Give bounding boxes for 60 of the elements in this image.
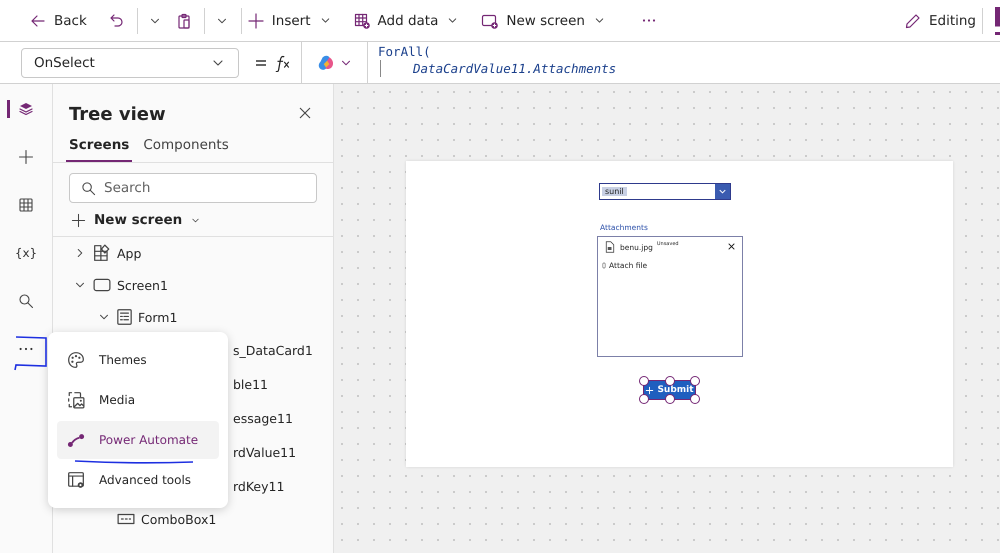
ellipsis-icon — [19, 347, 33, 351]
close-icon — [727, 242, 736, 251]
property-dropdown[interactable]: OnSelect — [21, 48, 239, 78]
panel-title: Tree view — [69, 104, 166, 125]
tree-item[interactable]: App — [117, 246, 142, 260]
menu-item[interactable]: Media — [57, 381, 219, 419]
screen-icon — [93, 276, 111, 294]
remove-button[interactable] — [727, 242, 736, 251]
tab[interactable]: Components — [140, 135, 232, 162]
code-line: DataCardValue11.Attachments — [380, 60, 616, 77]
dropdown-button[interactable] — [715, 184, 730, 199]
pencil-icon — [904, 12, 921, 28]
add-data-button[interactable]: Add data — [354, 6, 470, 36]
search-field[interactable]: Search — [69, 173, 317, 203]
back-button[interactable]: Back — [30, 6, 97, 36]
plus-icon — [645, 386, 654, 394]
tab[interactable]: Screens — [66, 135, 132, 162]
tree-item[interactable]: Form1 — [138, 310, 178, 324]
screen-add-icon — [481, 12, 498, 28]
tree-item[interactable]: ble11 — [233, 376, 268, 392]
combo-box[interactable]: sunil — [599, 183, 731, 200]
table-add-icon — [354, 12, 370, 28]
menu-item[interactable]: Advanced tools — [57, 461, 219, 499]
search-icon — [18, 293, 34, 309]
tree-item[interactable]: essage11 — [233, 410, 293, 426]
table-icon — [18, 197, 34, 213]
insert-button[interactable]: Insert — [248, 6, 342, 36]
new-screen-button[interactable]: New screen — [69, 212, 202, 228]
tree-item[interactable]: Screen1 — [117, 278, 168, 292]
copilot-icon — [316, 54, 334, 72]
search-icon — [81, 181, 96, 196]
palette-icon — [67, 351, 85, 369]
plus-icon — [71, 212, 86, 228]
file-icon — [604, 241, 616, 253]
plus-icon — [18, 149, 34, 165]
undo-icon — [108, 12, 125, 28]
tree-item[interactable]: rdValue11 — [233, 444, 296, 460]
flow-icon — [67, 431, 85, 449]
paperclip-icon — [601, 261, 607, 270]
close-icon — [297, 104, 313, 120]
tree-item[interactable]: s_DataCard1 — [233, 342, 313, 358]
app-icon — [93, 244, 111, 262]
function-icon — [273, 54, 291, 72]
editing-mode-button[interactable]: Editing — [904, 6, 980, 36]
rail-button[interactable]: {x} — [10, 237, 42, 269]
hand-drawn-box — [13, 335, 49, 371]
form-icon — [117, 309, 132, 325]
back-arrow-icon — [30, 12, 46, 28]
new-screen-button[interactable]: New screen — [481, 6, 616, 36]
ellipsis-icon — [642, 19, 656, 22]
menu-item[interactable]: Power Automate — [57, 421, 219, 459]
layers-icon — [18, 101, 34, 117]
clipboard-icon — [176, 12, 192, 28]
menu-item[interactable]: Themes — [57, 341, 219, 379]
media-icon — [67, 391, 85, 409]
plus-icon — [248, 12, 264, 28]
tree-item[interactable]: ComboBox1 — [141, 512, 216, 526]
code-line: ForAll( — [378, 43, 432, 60]
tools-icon — [67, 471, 85, 489]
tree-item[interactable]: rdKey11 — [233, 478, 284, 494]
